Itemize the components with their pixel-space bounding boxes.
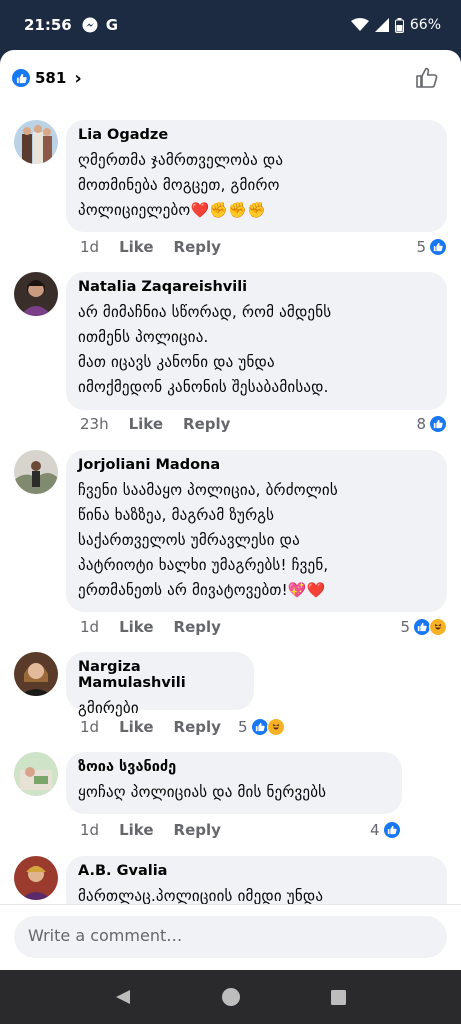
- comment-reactions[interactable]: 5: [400, 618, 447, 636]
- home-icon[interactable]: [221, 987, 241, 1007]
- comment-actions: 1d Like Reply: [80, 718, 221, 736]
- like-post-icon[interactable]: [415, 66, 439, 90]
- haha-reaction-icon: [266, 718, 285, 736]
- comment-actions: 23h Like Reply: [80, 415, 230, 433]
- reply-link[interactable]: Reply: [174, 718, 221, 736]
- reaction-count: 5: [416, 238, 426, 256]
- wifi-icon: [350, 18, 369, 31]
- comment-actions: 1d Like Reply: [80, 618, 221, 636]
- status-time: 21:56: [24, 16, 72, 34]
- commenter-name[interactable]: Natalia Zaqareishvili: [78, 279, 435, 295]
- reaction-count: 581: [35, 69, 67, 87]
- recents-icon[interactable]: [330, 989, 347, 1006]
- like-reaction-icon: [250, 718, 269, 736]
- avatar[interactable]: [14, 856, 58, 900]
- comment-bubble[interactable]: ზოია სვანიძე ყოჩაღ პოლიციას და მის ნერვე…: [66, 752, 402, 814]
- commenter-name[interactable]: Lia Ogadze: [78, 127, 435, 143]
- signal-icon: [374, 18, 389, 32]
- comment-actions: 1d Like Reply: [80, 238, 221, 256]
- comment-bubble[interactable]: Lia Ogadze ღმერთმა ჯამრთველობა და მოთმინ…: [66, 120, 447, 232]
- comment-time: 23h: [80, 415, 109, 433]
- messenger-icon: [82, 17, 98, 33]
- like-link[interactable]: Like: [119, 618, 153, 636]
- chevron-right-icon: ›: [74, 67, 82, 89]
- avatar[interactable]: [14, 120, 58, 164]
- comment-text: ყოჩაღ პოლიციას და მის ნერვებს: [78, 783, 327, 801]
- avatar[interactable]: [14, 752, 58, 796]
- avatar[interactable]: [14, 652, 58, 696]
- google-icon: G: [105, 16, 119, 34]
- like-reaction-icon: [429, 238, 447, 256]
- like-link[interactable]: Like: [119, 238, 153, 256]
- commenter-name[interactable]: ზოია სვანიძე: [78, 759, 390, 775]
- commenter-name[interactable]: A.B. Gvalia: [78, 863, 435, 879]
- comment-input[interactable]: Write a comment…: [14, 916, 447, 958]
- like-reaction-icon: [429, 415, 447, 433]
- reactions-header[interactable]: 581 ›: [0, 50, 461, 106]
- comment-reactions[interactable]: 8: [416, 415, 447, 433]
- back-icon[interactable]: [114, 988, 132, 1006]
- comment-reactions[interactable]: 5: [238, 718, 285, 736]
- like-reaction-icon: [12, 69, 30, 87]
- status-bar: 21:56 G 66%: [0, 0, 461, 50]
- comment-bubble[interactable]: Natalia Zaqareishvili არ მიმაჩნია სწორად…: [66, 272, 447, 410]
- commenter-name[interactable]: Nargiza Mamulashvili: [78, 659, 242, 691]
- reply-link[interactable]: Reply: [174, 238, 221, 256]
- reply-link[interactable]: Reply: [174, 821, 221, 839]
- comment-bubble[interactable]: Nargiza Mamulashvili გმირები: [66, 652, 254, 717]
- avatar[interactable]: [14, 272, 58, 316]
- comment-time: 1d: [80, 238, 100, 256]
- battery-icon: [394, 17, 404, 33]
- like-link[interactable]: Like: [129, 415, 163, 433]
- like-reaction-icon: [382, 821, 401, 839]
- comment-time: 1d: [80, 618, 100, 636]
- comment-text: არ მიმაჩნია სწორად, რომ ამდენს ითმენს პო…: [78, 303, 332, 396]
- system-nav-bar: [0, 970, 461, 1024]
- reaction-count: 5: [238, 718, 248, 736]
- comment-time: 1d: [80, 821, 100, 839]
- comment-emoji: 💖❤️: [287, 581, 326, 599]
- like-link[interactable]: Like: [119, 718, 153, 736]
- comment-emoji: ❤️✊✊✊: [190, 201, 266, 219]
- comment-composer: Write a comment…: [0, 904, 461, 970]
- comment-reactions[interactable]: 4: [370, 821, 401, 839]
- commenter-name[interactable]: Jorjoliani Madona: [78, 457, 435, 473]
- haha-reaction-icon: [429, 618, 447, 636]
- comment-actions: 1d Like Reply: [80, 821, 221, 839]
- comment-time: 1d: [80, 718, 100, 736]
- reply-link[interactable]: Reply: [174, 618, 221, 636]
- reaction-count: 4: [370, 821, 380, 839]
- like-link[interactable]: Like: [119, 821, 153, 839]
- battery-percent: 66%: [409, 17, 441, 33]
- avatar[interactable]: [14, 450, 58, 494]
- reaction-count: 8: [416, 415, 426, 433]
- reaction-count: 5: [400, 618, 410, 636]
- comments-sheet: 581 › Lia Ogadze ღმერთმა ჯამრთველობა და …: [0, 50, 461, 970]
- comment-reactions[interactable]: 5: [416, 238, 447, 256]
- comment-bubble[interactable]: Jorjoliani Madona ჩვენი საამაყო პოლიცია,…: [66, 450, 447, 612]
- reply-link[interactable]: Reply: [183, 415, 230, 433]
